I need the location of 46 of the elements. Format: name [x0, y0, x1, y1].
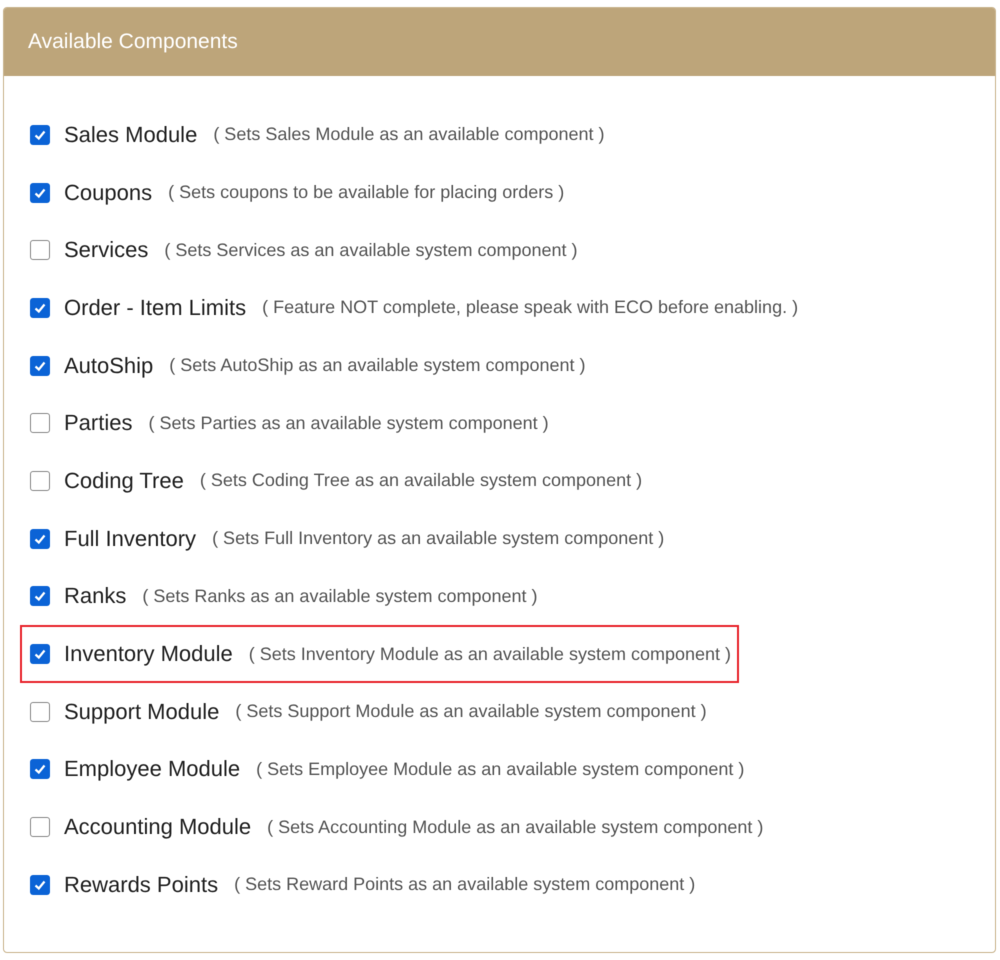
- component-description: ( Sets Sales Module as an available component ): [213, 124, 605, 146]
- component-label: Coding Tree: [64, 468, 184, 494]
- component-label: Full Inventory: [64, 526, 196, 552]
- checkbox[interactable]: [30, 702, 50, 722]
- component-label: Coupons: [64, 180, 152, 206]
- component-label: Inventory Module: [64, 641, 233, 668]
- component-description: ( Sets Employee Module as an available system component ): [256, 758, 744, 780]
- check-icon: [33, 647, 47, 662]
- checkbox[interactable]: [30, 413, 50, 434]
- checkbox[interactable]: [30, 124, 50, 145]
- component-label: Sales Module: [64, 122, 198, 148]
- component-label: Services: [64, 237, 148, 264]
- checkbox[interactable]: [30, 298, 50, 318]
- checkbox[interactable]: [30, 528, 50, 549]
- component-description: ( Sets Accounting Module as an available system component ): [267, 816, 764, 838]
- component-label: Support Module: [64, 698, 220, 725]
- checkbox[interactable]: [30, 470, 50, 491]
- component-description: ( Feature NOT complete, please speak with ECO before enabling. ): [262, 297, 798, 318]
- checkbox[interactable]: [30, 356, 50, 376]
- component-description: ( Sets Services as an available system component ): [164, 240, 578, 261]
- component-label: AutoShip: [64, 352, 154, 379]
- component-label: Employee Module: [64, 756, 240, 782]
- checkbox[interactable]: [30, 182, 50, 203]
- component-description: ( Sets Parties as an available system component ): [148, 412, 549, 434]
- checkbox[interactable]: [30, 644, 50, 664]
- panel-header: Available Components: [4, 8, 995, 76]
- component-label: Accounting Module: [64, 814, 252, 840]
- component-description: ( Sets Inventory Module as an available system component ): [248, 644, 732, 665]
- component-description: ( Sets Ranks as an available system component ): [142, 586, 538, 607]
- checkbox[interactable]: [30, 817, 50, 838]
- component-description: ( Sets AutoShip as an available system component ): [169, 355, 586, 376]
- checkbox[interactable]: [30, 240, 50, 260]
- component-label: Ranks: [64, 583, 126, 610]
- component-description: ( Sets coupons to be available for placing orders ): [168, 182, 564, 204]
- checkbox[interactable]: [30, 874, 50, 895]
- component-description: ( Sets Reward Points as an available system component ): [234, 874, 696, 896]
- checkbox[interactable]: [30, 759, 50, 780]
- checkbox[interactable]: [30, 586, 50, 606]
- check-icon: [33, 589, 47, 604]
- component-description: ( Sets Support Module as an available system component ): [235, 701, 707, 722]
- component-description: ( Sets Coding Tree as an available system component ): [200, 470, 642, 492]
- check-icon: [33, 762, 47, 776]
- component-description: ( Sets Full Inventory as an available system component ): [212, 528, 664, 550]
- component-label: Parties: [64, 410, 132, 436]
- component-label: Rewards Points: [64, 872, 218, 898]
- component-label: Order - Item Limits: [64, 294, 246, 321]
